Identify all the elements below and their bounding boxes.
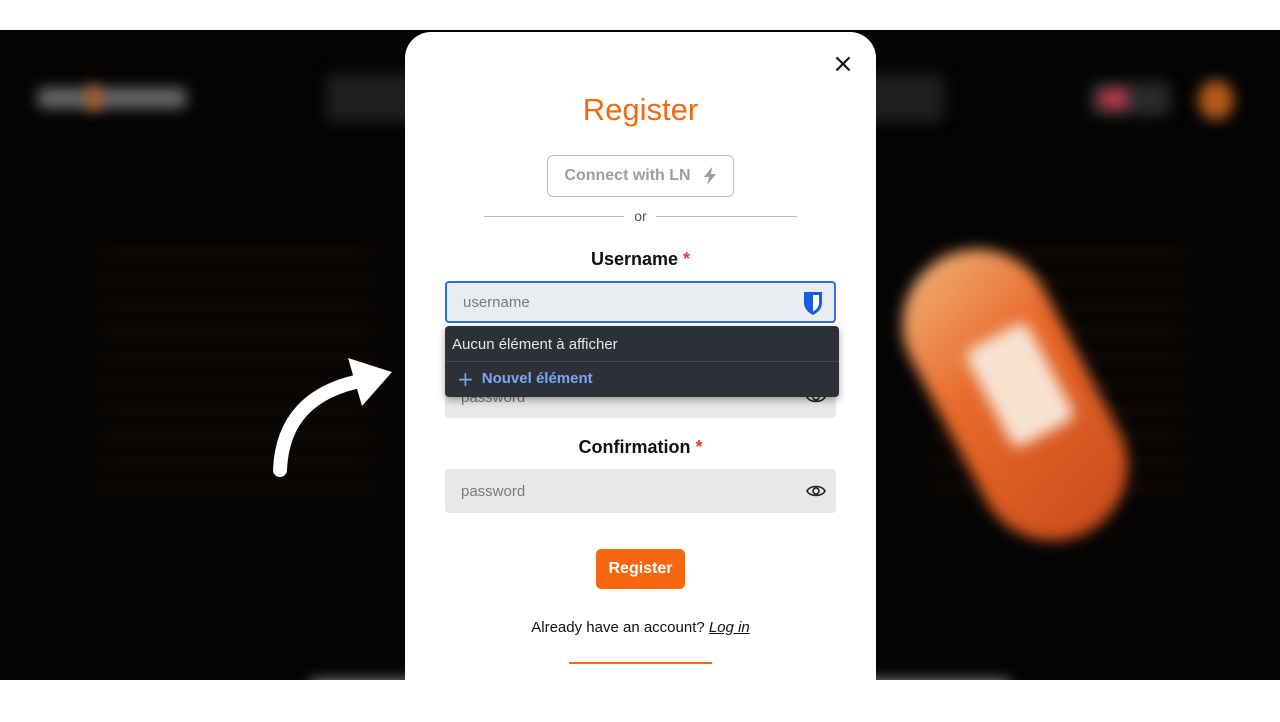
username-label: Username * xyxy=(405,249,876,270)
register-button[interactable]: Register xyxy=(596,549,685,589)
confirmation-label: Confirmation * xyxy=(405,437,876,458)
background-flag-icon xyxy=(1100,90,1128,108)
autofill-new-item-button[interactable]: + Nouvel élément xyxy=(457,366,593,391)
or-divider: or xyxy=(484,208,797,228)
background-logo xyxy=(38,88,186,108)
username-input[interactable] xyxy=(461,292,820,312)
confirmation-field[interactable] xyxy=(445,469,836,513)
plus-icon: + xyxy=(457,366,474,391)
autofill-dropdown: Aucun élément à afficher + Nouvel élémen… xyxy=(445,326,839,397)
autofill-separator xyxy=(445,361,839,362)
background-avatar xyxy=(1198,80,1234,120)
autofill-new-item-label: Nouvel élément xyxy=(481,370,593,387)
login-prompt: Already have an account? Log in xyxy=(405,619,876,636)
username-label-text: Username xyxy=(590,249,678,269)
connect-with-ln-button[interactable]: Connect with LN xyxy=(547,155,734,197)
username-field[interactable] xyxy=(445,281,836,323)
required-mark: * xyxy=(695,437,703,457)
eye-icon[interactable] xyxy=(806,481,826,501)
required-mark: * xyxy=(683,249,691,269)
modal-title: Register xyxy=(582,92,699,127)
curved-arrow-icon xyxy=(273,358,392,477)
login-prompt-text: Already have an account? xyxy=(531,619,705,636)
connect-with-ln-label: Connect with LN xyxy=(564,167,691,184)
divider-line-right xyxy=(656,216,797,217)
register-modal: × Register Connect with LN or Username *… xyxy=(405,32,876,722)
confirmation-label-text: Confirmation xyxy=(578,437,691,457)
close-icon[interactable]: × xyxy=(831,51,855,77)
bitwarden-shield-icon[interactable] xyxy=(802,290,824,316)
background-logo-mark xyxy=(88,86,100,110)
login-link[interactable]: Log in xyxy=(709,619,750,636)
confirmation-input[interactable] xyxy=(459,481,822,501)
lightning-icon xyxy=(703,167,716,185)
autofill-empty-message: Aucun élément à afficher xyxy=(452,336,618,353)
accent-divider xyxy=(569,662,712,664)
